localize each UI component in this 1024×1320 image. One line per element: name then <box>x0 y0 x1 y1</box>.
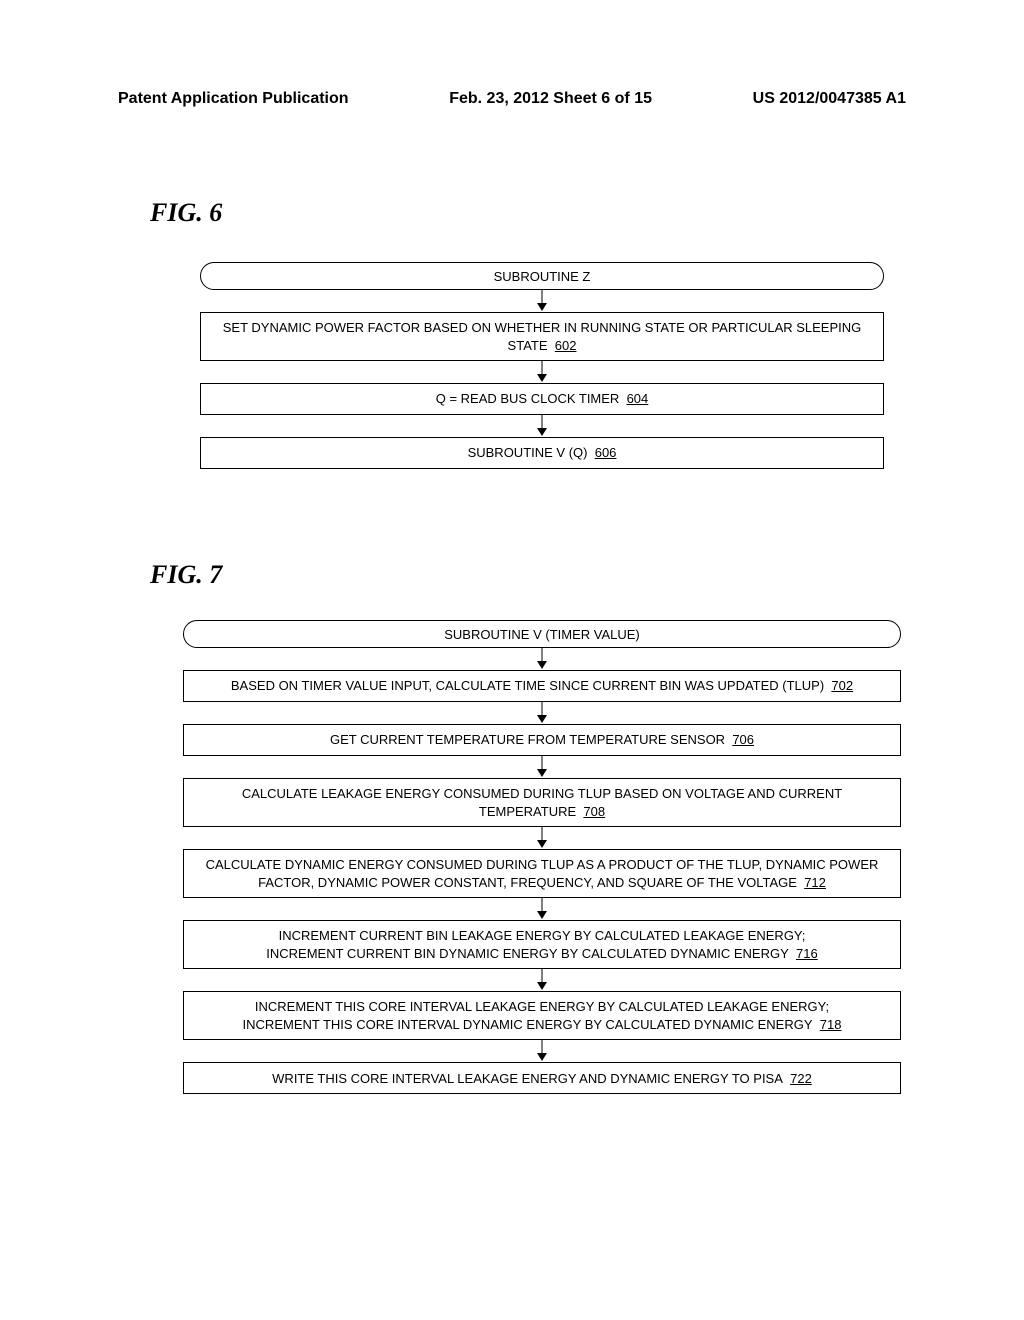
fig6-flow: SUBROUTINE Z SET DYNAMIC POWER FACTOR BA… <box>200 262 884 469</box>
step-text: SUBROUTINE V (Q) <box>468 445 588 460</box>
header-mid: Feb. 23, 2012 Sheet 6 of 15 <box>449 90 652 108</box>
arrow <box>183 702 901 724</box>
step-ref: 718 <box>820 1017 842 1032</box>
arrow <box>183 1040 901 1062</box>
fig6-step: SUBROUTINE V (Q) 606 <box>200 437 884 469</box>
header-right: US 2012/0047385 A1 <box>753 90 906 108</box>
arrow <box>200 415 884 437</box>
step-ref: 606 <box>595 445 617 460</box>
fig7-flow: SUBROUTINE V (TIMER VALUE) BASED ON TIME… <box>183 620 901 1094</box>
step-text: GET CURRENT TEMPERATURE FROM TEMPERATURE… <box>330 732 725 747</box>
step-ref: 716 <box>796 946 818 961</box>
fig7-label: FIG. 7 <box>150 560 222 590</box>
step-text: CALCULATE LEAKAGE ENERGY CONSUMED DURING… <box>242 786 842 819</box>
step-ref: 706 <box>732 732 754 747</box>
step-text: Q = READ BUS CLOCK TIMER <box>436 391 620 406</box>
arrow <box>200 361 884 383</box>
step-ref: 708 <box>583 804 605 819</box>
step-text: SET DYNAMIC POWER FACTOR BASED ON WHETHE… <box>223 320 862 353</box>
fig7-step: GET CURRENT TEMPERATURE FROM TEMPERATURE… <box>183 724 901 756</box>
fig7-step: CALCULATE DYNAMIC ENERGY CONSUMED DURING… <box>183 849 901 898</box>
arrow <box>183 827 901 849</box>
step-ref: 702 <box>831 678 853 693</box>
step-text: BASED ON TIMER VALUE INPUT, CALCULATE TI… <box>231 678 824 693</box>
fig7-step: CALCULATE LEAKAGE ENERGY CONSUMED DURING… <box>183 778 901 827</box>
arrow <box>183 898 901 920</box>
step-ref: 722 <box>790 1071 812 1086</box>
step-ref: 602 <box>555 338 577 353</box>
arrow <box>183 756 901 778</box>
fig7-step: INCREMENT THIS CORE INTERVAL LEAKAGE ENE… <box>183 991 901 1040</box>
step-ref: 712 <box>804 875 826 890</box>
step-text: WRITE THIS CORE INTERVAL LEAKAGE ENERGY … <box>272 1071 783 1086</box>
arrow <box>183 969 901 991</box>
header-left: Patent Application Publication <box>118 90 349 108</box>
fig6-label: FIG. 6 <box>150 198 222 228</box>
fig6-step: SET DYNAMIC POWER FACTOR BASED ON WHETHE… <box>200 312 884 361</box>
arrow <box>200 290 884 312</box>
step-text: INCREMENT CURRENT BIN LEAKAGE ENERGY BY … <box>266 928 805 961</box>
fig7-step: WRITE THIS CORE INTERVAL LEAKAGE ENERGY … <box>183 1062 901 1094</box>
fig6-terminator-text: SUBROUTINE Z <box>494 269 591 284</box>
step-text: CALCULATE DYNAMIC ENERGY CONSUMED DURING… <box>206 857 879 890</box>
arrow <box>183 648 901 670</box>
fig7-terminator-text: SUBROUTINE V (TIMER VALUE) <box>444 627 640 642</box>
fig6-step: Q = READ BUS CLOCK TIMER 604 <box>200 383 884 415</box>
fig7-terminator: SUBROUTINE V (TIMER VALUE) <box>183 620 901 648</box>
page-header: Patent Application Publication Feb. 23, … <box>118 90 906 108</box>
fig6-terminator: SUBROUTINE Z <box>200 262 884 290</box>
step-ref: 604 <box>627 391 649 406</box>
fig7-step: BASED ON TIMER VALUE INPUT, CALCULATE TI… <box>183 670 901 702</box>
step-text: INCREMENT THIS CORE INTERVAL LEAKAGE ENE… <box>243 999 830 1032</box>
fig7-step: INCREMENT CURRENT BIN LEAKAGE ENERGY BY … <box>183 920 901 969</box>
